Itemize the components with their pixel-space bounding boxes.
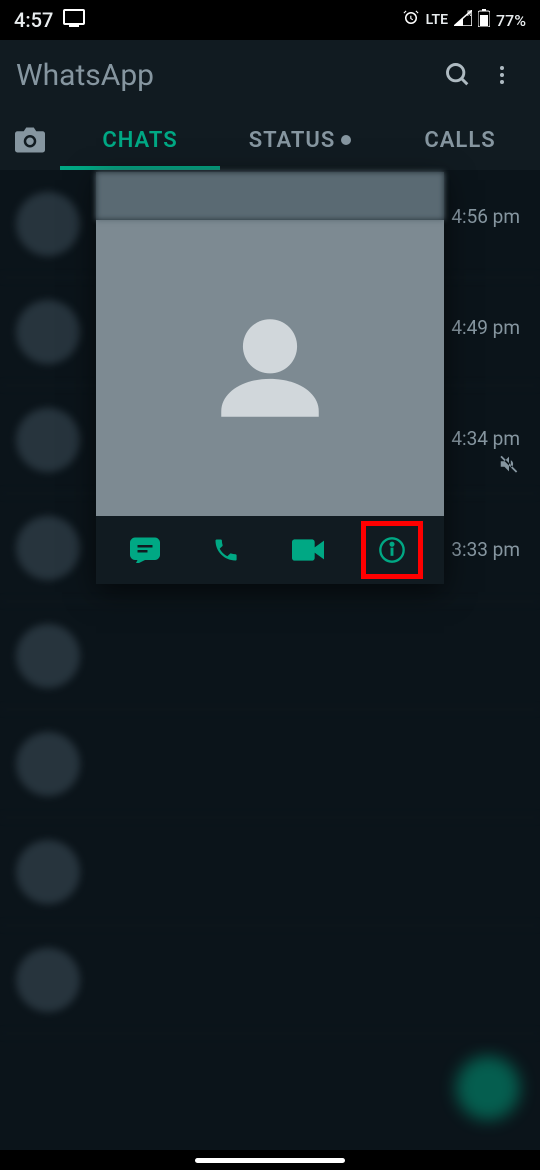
screen-cast-icon	[63, 8, 85, 32]
new-chat-fab[interactable]	[456, 1056, 520, 1120]
avatar[interactable]	[16, 840, 80, 904]
avatar[interactable]	[16, 192, 80, 256]
info-button[interactable]	[361, 521, 423, 579]
contact-photo[interactable]	[96, 220, 444, 516]
network-label: LTE	[426, 12, 448, 28]
tab-status[interactable]: STATUS	[220, 110, 380, 170]
contact-popup	[96, 172, 444, 584]
chat-row[interactable]	[0, 818, 540, 926]
chat-row[interactable]	[0, 926, 540, 1034]
tab-calls[interactable]: CALLS	[380, 110, 540, 170]
message-button[interactable]	[117, 522, 173, 578]
chat-time: 4:56 pm	[451, 205, 520, 228]
video-call-button[interactable]	[280, 522, 336, 578]
popup-contact-name	[96, 172, 444, 220]
search-button[interactable]	[436, 53, 480, 97]
navigation-bar	[0, 1150, 540, 1170]
status-bar: 4:57 LTE R	[0, 0, 540, 40]
tab-chats[interactable]: CHATS	[60, 110, 220, 170]
alarm-icon	[402, 9, 420, 31]
more-options-button[interactable]	[480, 53, 524, 97]
call-button[interactable]	[198, 522, 254, 578]
svg-text:R: R	[467, 10, 472, 18]
battery-percent: 77%	[496, 11, 526, 30]
timestamps: 4:56 pm 4:49 pm 4:34 pm 3:33 pm	[451, 205, 520, 561]
chat-time: 4:34 pm	[451, 427, 520, 450]
avatar[interactable]	[16, 408, 80, 472]
avatar[interactable]	[16, 516, 80, 580]
avatar[interactable]	[16, 732, 80, 796]
battery-icon	[478, 9, 490, 31]
tabs-bar: CHATS STATUS CALLS	[0, 110, 540, 170]
popup-actions	[96, 516, 444, 584]
app-title: WhatsApp	[16, 58, 436, 93]
chat-time: 4:49 pm	[451, 316, 520, 339]
chat-row[interactable]	[0, 710, 540, 818]
camera-tab[interactable]	[0, 126, 60, 154]
nav-handle[interactable]	[195, 1158, 345, 1163]
avatar[interactable]	[16, 624, 80, 688]
status-indicator-dot	[341, 135, 351, 145]
avatar[interactable]	[16, 948, 80, 1012]
chat-time: 3:33 pm	[451, 538, 520, 561]
status-time: 4:57	[14, 8, 53, 32]
tab-status-label: STATUS	[249, 128, 336, 153]
chat-row[interactable]	[0, 602, 540, 710]
avatar[interactable]	[16, 300, 80, 364]
signal-icon: R	[454, 10, 472, 30]
app-header: WhatsApp	[0, 40, 540, 110]
